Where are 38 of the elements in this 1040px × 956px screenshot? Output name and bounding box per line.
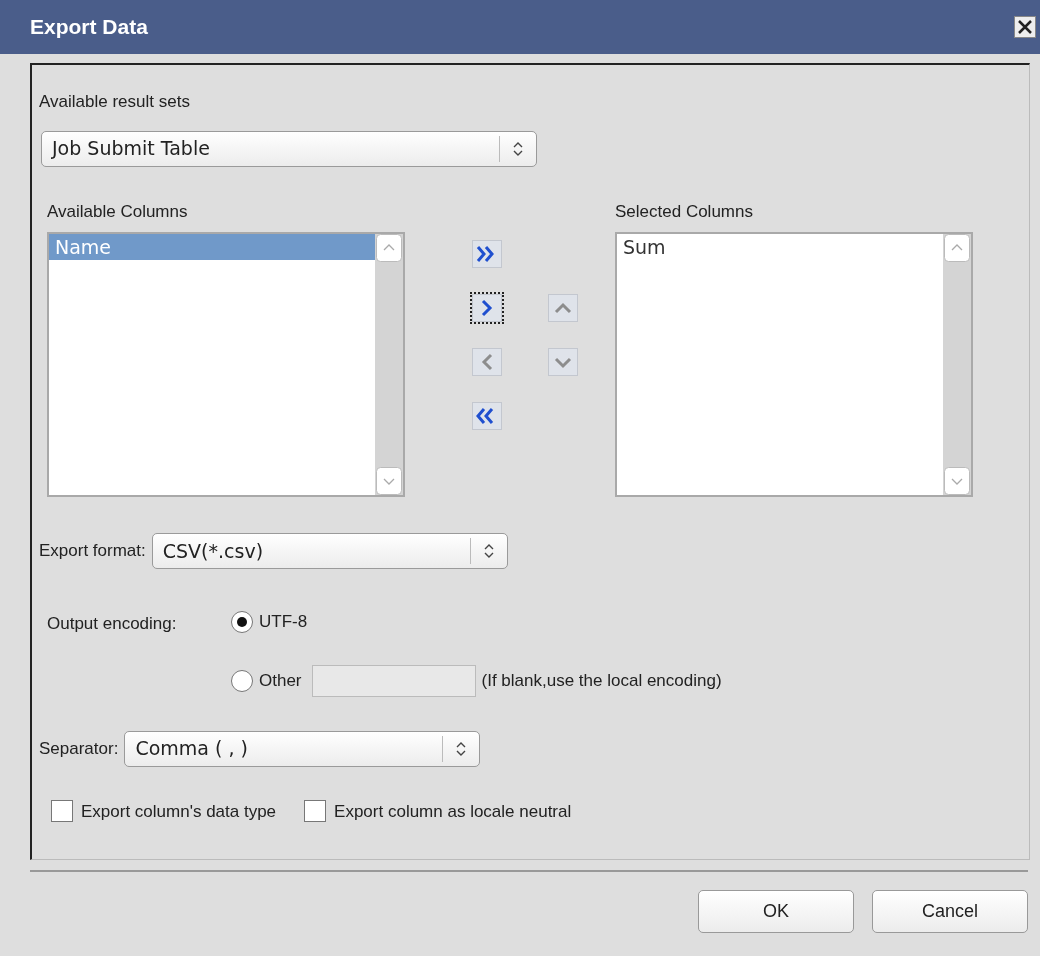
move-button[interactable] <box>471 400 503 431</box>
dropdown[interactable]: CSV(*.csv) <box>151 533 508 569</box>
up-down-chevron-icon <box>482 542 495 560</box>
move-button[interactable] <box>471 292 503 323</box>
available-columns-label: Available Columns <box>47 200 189 223</box>
dropdown-value: Comma ( , ) <box>134 736 249 762</box>
checkbox-label: Export column as locale neutral <box>334 800 572 823</box>
scroll-down-icon[interactable] <box>944 467 970 495</box>
checkbox-label: Export column's data type <box>81 800 277 823</box>
checkbox[interactable] <box>51 800 73 823</box>
separator-label: Separator: <box>39 737 119 760</box>
scrollbar[interactable] <box>943 234 971 495</box>
move-button[interactable] <box>471 238 503 269</box>
radio-button[interactable] <box>231 610 253 633</box>
radio-label: UTF-8 <box>259 611 308 633</box>
radio-button[interactable] <box>231 669 253 692</box>
scroll-up-icon[interactable] <box>376 234 402 262</box>
window-title: Export Data <box>30 14 148 41</box>
list-item[interactable]: Sum <box>617 234 943 260</box>
result-sets-label: Available result sets <box>39 91 191 113</box>
dropdown[interactable]: Comma ( , ) <box>124 730 481 767</box>
encoding-field[interactable] <box>311 664 476 697</box>
list-box[interactable]: Sum <box>615 232 973 497</box>
encoding-hint: (If blank,use the local encoding) <box>481 669 722 692</box>
export-format-label: Export format: <box>39 540 146 563</box>
dialog-button[interactable]: Cancel <box>872 890 1028 933</box>
checkbox[interactable] <box>304 800 327 823</box>
selected-columns-label: Selected Columns <box>615 200 754 223</box>
close-icon[interactable] <box>1014 16 1036 38</box>
radio-label: Other <box>259 669 302 692</box>
dropdown-value: Job Submit Table <box>50 136 211 162</box>
output-encoding-label: Output encoding: <box>47 613 178 635</box>
scroll-up-icon[interactable] <box>944 234 970 262</box>
dropdown[interactable]: Job Submit Table <box>41 130 537 167</box>
scrollbar[interactable] <box>375 234 403 495</box>
scroll-down-icon[interactable] <box>376 467 402 495</box>
dropdown-value: CSV(*.csv) <box>161 538 265 564</box>
dialog-button[interactable]: OK <box>698 890 854 933</box>
